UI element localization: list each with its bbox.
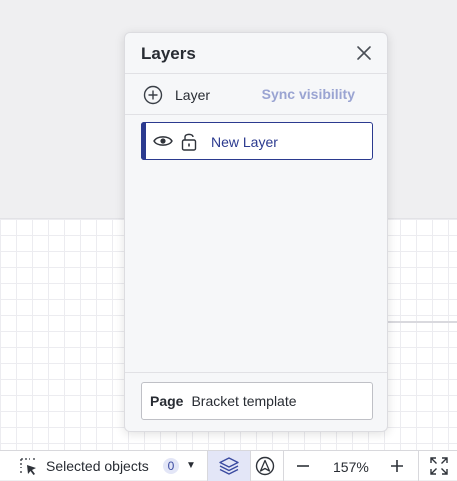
- canvas-shape[interactable]: [388, 321, 457, 323]
- add-layer-button[interactable]: Layer: [143, 85, 210, 105]
- selected-objects-label[interactable]: Selected objects: [46, 458, 149, 474]
- sync-visibility-button[interactable]: Sync visibility: [262, 86, 355, 102]
- add-layer-label: Layer: [175, 87, 211, 103]
- select-cursor-icon[interactable]: [19, 457, 39, 477]
- panel-footer: Page Bracket template: [125, 372, 387, 431]
- layer-name[interactable]: New Layer: [211, 134, 278, 150]
- bottom-toolbar: Selected objects 0 ▼ 157%: [0, 450, 457, 481]
- unlocked-icon[interactable]: [181, 131, 197, 151]
- layers-panel: Layers Layer Sync visibility New Layer P: [124, 32, 388, 432]
- layers-toggle-button[interactable]: [208, 451, 250, 481]
- plus-circle-icon: [143, 85, 163, 105]
- minus-icon[interactable]: [294, 457, 312, 475]
- panel-header: Layers: [125, 33, 387, 74]
- layers-icon: [219, 457, 239, 475]
- close-icon[interactable]: [355, 44, 373, 62]
- page-label: Page: [150, 393, 184, 409]
- selected-count-badge: 0: [163, 458, 179, 474]
- zoom-level[interactable]: 157%: [333, 459, 369, 475]
- navigation-icon[interactable]: [255, 456, 275, 476]
- layer-row[interactable]: New Layer: [141, 122, 373, 160]
- toolbar-divider: [250, 451, 251, 481]
- page-selector[interactable]: Page Bracket template: [141, 382, 373, 420]
- panel-actions: Layer Sync visibility: [125, 74, 387, 115]
- eye-icon[interactable]: [153, 133, 173, 149]
- plus-icon[interactable]: [388, 457, 406, 475]
- toolbar-divider: [418, 451, 419, 481]
- chevron-down-icon[interactable]: ▼: [186, 460, 196, 471]
- panel-title: Layers: [141, 44, 196, 63]
- fullscreen-icon[interactable]: [429, 456, 449, 476]
- page-value: Bracket template: [191, 393, 297, 409]
- toolbar-divider: [283, 451, 284, 481]
